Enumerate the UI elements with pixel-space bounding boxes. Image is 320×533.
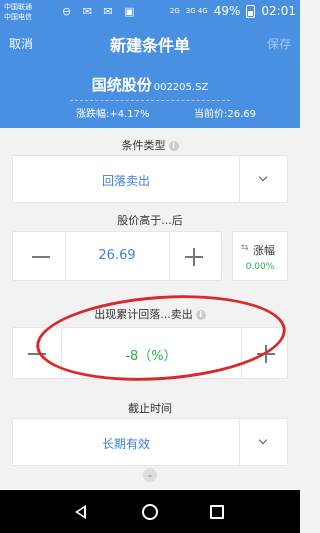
carrier-2: 中国电信 [4, 13, 32, 21]
condition-type-label: 条件类型 i [0, 137, 300, 153]
select-divider [239, 156, 240, 202]
deadline-value: 长期有效 [101, 437, 150, 451]
stepper-divider-right [169, 232, 170, 280]
price-label: 当前价: [193, 109, 228, 120]
condition-type-label-text: 条件类型 [121, 139, 166, 152]
home-icon[interactable] [142, 504, 158, 520]
trigger-price-value[interactable]: 26.69 [65, 248, 169, 263]
plus-icon-vertical [193, 248, 195, 266]
info-icon[interactable]: i [168, 141, 179, 151]
price-value: 26.69 [227, 109, 256, 120]
signal-3g-4g-icon: 3G 4G [185, 7, 208, 15]
save-button[interactable]: 保存 [267, 35, 291, 52]
trigger-price-stepper: 26.69 [12, 231, 222, 281]
stock-name: 国统股份 [91, 76, 152, 94]
header: 取消 新建条件单 保存 国统股份 002205.SZ 涨跌幅:+4.17% 当前价… [0, 24, 300, 128]
condition-type-value: 回落卖出 [101, 174, 150, 188]
back-icon-inner [78, 508, 84, 516]
condition-type-select[interactable]: 回落卖出 [12, 155, 288, 203]
recent-apps-icon[interactable] [210, 505, 224, 519]
swap-icon: ⇆ [241, 243, 249, 253]
status-bar: 中国联通 中国电信 ⊖ ✉ ✉ ▣ 2G 3G 4G 49% 02:01 [0, 0, 300, 24]
chevron-down-icon[interactable] [258, 435, 268, 445]
header-divider [70, 100, 230, 101]
select-divider [239, 419, 240, 465]
signal-2g-icon: 2G [169, 7, 180, 15]
page-title: 新建条件单 [109, 36, 190, 55]
rise-percent-toggle[interactable]: ⇆ 涨幅 0.00% [232, 231, 288, 281]
rise-percent-value: 0.00% [245, 262, 275, 272]
expand-more-icon[interactable]: ⌄ [143, 468, 157, 482]
rise-label: 涨幅 [253, 244, 275, 257]
chevron-down-icon[interactable] [258, 172, 268, 182]
change-label: 涨跌幅: [76, 109, 110, 120]
deadline-select[interactable]: 长期有效 [12, 418, 288, 466]
stock-code: 002205.SZ [153, 82, 209, 93]
minus-icon[interactable] [32, 256, 50, 258]
stock-info: 国统股份 002205.SZ [0, 74, 300, 95]
battery-icon [246, 4, 256, 18]
clock: 02:01 [261, 4, 296, 18]
notification-icons: ⊖ ✉ ✉ ▣ [62, 5, 139, 18]
carrier-1: 中国联通 [4, 3, 32, 11]
navigation-bar [0, 490, 300, 533]
current-price: 当前价:26.69 [194, 105, 256, 120]
change-percent: 涨跌幅:+4.17% [76, 105, 150, 120]
status-right: 2G 3G 4G 49% 02:01 [170, 4, 296, 18]
deadline-label: 截止时间 [128, 402, 172, 415]
change-value: +4.17% [109, 109, 150, 120]
battery-percent: 49% [213, 4, 241, 18]
trigger-price-label: 股价高于...后 [117, 214, 183, 227]
carrier-labels: 中国联通 中国电信 [4, 2, 32, 22]
